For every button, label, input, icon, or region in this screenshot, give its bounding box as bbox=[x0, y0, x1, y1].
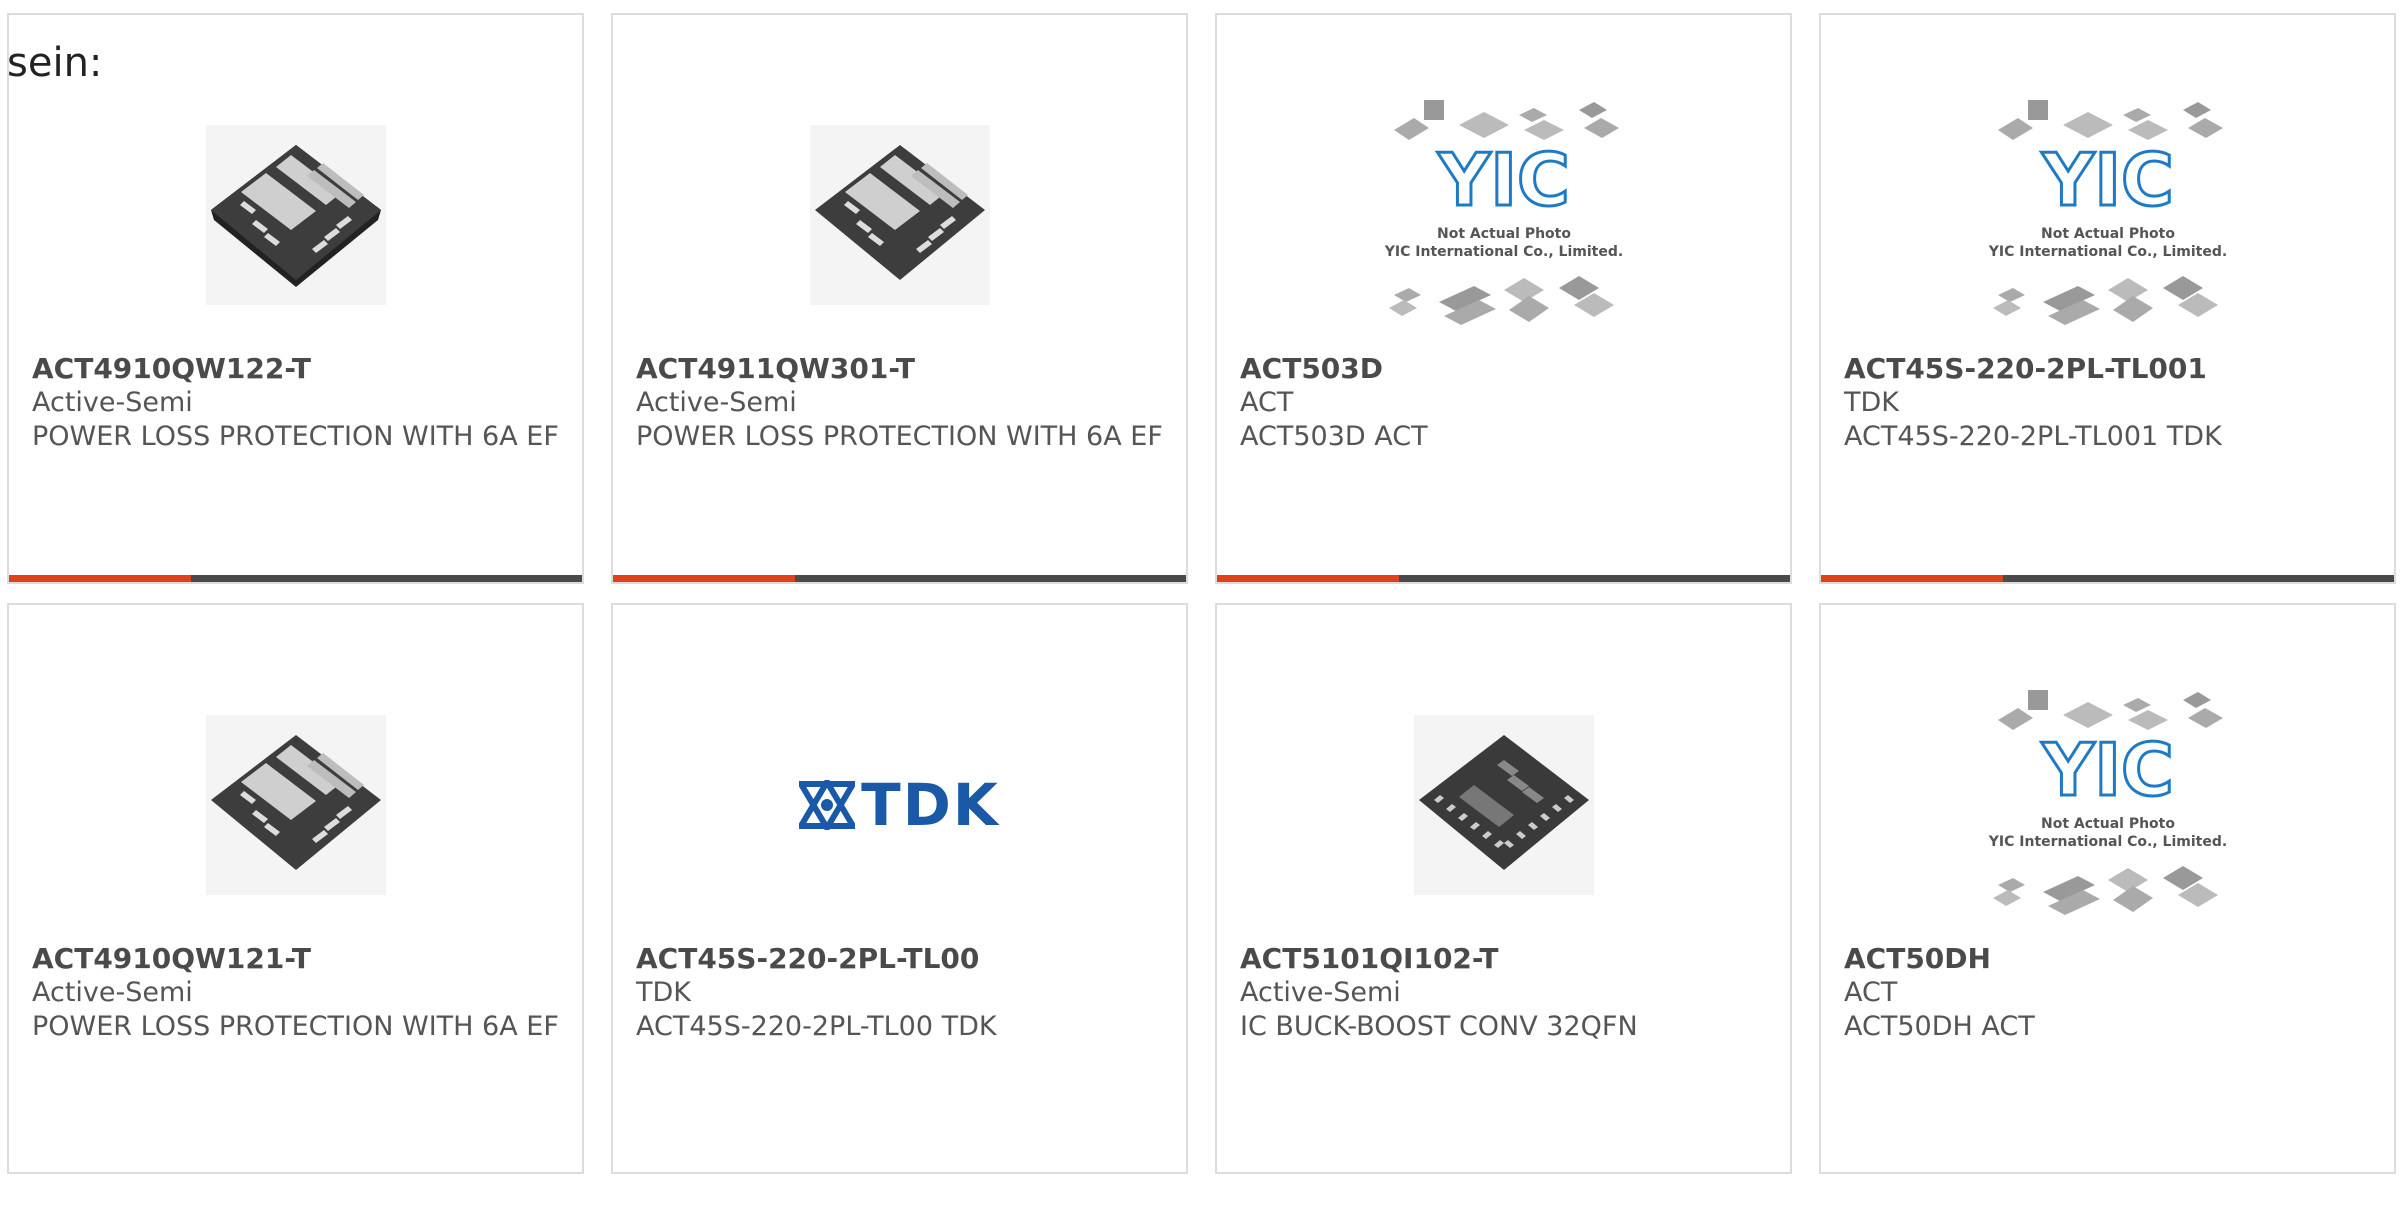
yic-logo: YIC bbox=[2041, 728, 2174, 812]
yic-placeholder-icon: YIC Not Actual Photo YIC International C… bbox=[1987, 690, 2227, 915]
product-card[interactable]: ACT5101QI102-T Active-Semi IC BUCK-BOOST… bbox=[1215, 603, 1792, 1174]
description: ACT45S-220-2PL-TL00 TDK bbox=[636, 1011, 997, 1042]
manufacturer: ACT bbox=[1240, 387, 1294, 418]
yic-logo: YIC bbox=[2041, 138, 2174, 222]
description: IC BUCK-BOOST CONV 32QFN bbox=[1240, 1011, 1638, 1042]
product-info: ACT45S-220-2PL-TL001 TDK ACT45S-220-2PL-… bbox=[1844, 352, 2374, 454]
description: ACT503D ACT bbox=[1240, 421, 1428, 452]
product-card[interactable]: ACT4911QW301-T Active-Semi POWER LOSS PR… bbox=[611, 13, 1188, 584]
image-caption: Not Actual Photo bbox=[2041, 226, 2175, 242]
product-info: ACT503D ACT ACT503D ACT bbox=[1240, 352, 1770, 454]
part-number-link[interactable]: ACT45S-220-2PL-TL00 bbox=[636, 942, 1166, 976]
product-info: ACT4910QW121-T Active-Semi POWER LOSS PR… bbox=[32, 942, 562, 1044]
part-number-link[interactable]: ACT503D bbox=[1240, 352, 1770, 386]
image-caption: YIC International Co., Limited. bbox=[1987, 244, 2226, 260]
manufacturer: Active-Semi bbox=[1240, 977, 1401, 1008]
product-image[interactable] bbox=[9, 660, 582, 950]
image-caption: Not Actual Photo bbox=[2041, 816, 2175, 832]
card-bar-accent bbox=[1217, 575, 1399, 582]
product-info: ACT45S-220-2PL-TL00 TDK ACT45S-220-2PL-T… bbox=[636, 942, 1166, 1044]
card-bar bbox=[9, 575, 582, 582]
description: POWER LOSS PROTECTION WITH 6A EF bbox=[32, 421, 559, 452]
part-number-link[interactable]: ACT5101QI102-T bbox=[1240, 942, 1770, 976]
description: POWER LOSS PROTECTION WITH 6A EF bbox=[636, 421, 1163, 452]
product-image[interactable]: YIC Not Actual Photo YIC International C… bbox=[1821, 660, 2394, 950]
description: ACT50DH ACT bbox=[1844, 1011, 2035, 1042]
card-bar bbox=[1821, 575, 2394, 582]
product-image[interactable] bbox=[9, 70, 582, 360]
qfn-chip-icon bbox=[809, 125, 990, 305]
qfn-32-chip-icon bbox=[1413, 715, 1594, 895]
card-bar-accent bbox=[613, 575, 795, 582]
manufacturer: ACT bbox=[1844, 977, 1898, 1008]
product-info: ACT50DH ACT ACT50DH ACT bbox=[1844, 942, 2374, 1044]
qfn-chip-icon bbox=[205, 715, 386, 895]
image-caption: YIC International Co., Limited. bbox=[1383, 244, 1622, 260]
image-caption: YIC International Co., Limited. bbox=[1987, 834, 2226, 850]
product-image[interactable] bbox=[1217, 660, 1790, 950]
card-bar-accent bbox=[1821, 575, 2003, 582]
product-info: ACT4910QW122-T Active-Semi POWER LOSS PR… bbox=[32, 352, 562, 454]
product-image[interactable]: YIC Not Actual Photo YIC International C… bbox=[1821, 70, 2394, 360]
product-image[interactable]: YIC Not Actual Photo YIC International C… bbox=[1217, 70, 1790, 360]
qfn-chip-icon bbox=[205, 125, 386, 305]
card-bar bbox=[613, 575, 1186, 582]
product-card[interactable]: YIC Not Actual Photo YIC International C… bbox=[1819, 603, 2396, 1174]
part-number-link[interactable]: ACT45S-220-2PL-TL001 bbox=[1844, 352, 2374, 386]
product-image[interactable] bbox=[613, 70, 1186, 360]
card-bar-accent bbox=[9, 575, 191, 582]
product-card[interactable]: ACT4910QW122-T Active-Semi POWER LOSS PR… bbox=[7, 13, 584, 584]
product-card[interactable]: TDK ACT45S-220-2PL-TL00 TDK ACT45S-220-2… bbox=[611, 603, 1188, 1174]
part-number-link[interactable]: ACT4911QW301-T bbox=[636, 352, 1166, 386]
part-number-link[interactable]: ACT50DH bbox=[1844, 942, 2374, 976]
product-card[interactable]: ACT4910QW121-T Active-Semi POWER LOSS PR… bbox=[7, 603, 584, 1174]
yic-placeholder-icon: YIC Not Actual Photo YIC International C… bbox=[1987, 100, 2227, 325]
product-info: ACT4911QW301-T Active-Semi POWER LOSS PR… bbox=[636, 352, 1166, 454]
manufacturer: Active-Semi bbox=[32, 977, 193, 1008]
description: ACT45S-220-2PL-TL001 TDK bbox=[1844, 421, 2222, 452]
product-info: ACT5101QI102-T Active-Semi IC BUCK-BOOST… bbox=[1240, 942, 1770, 1044]
yic-logo: YIC bbox=[1437, 138, 1570, 222]
manufacturer: Active-Semi bbox=[636, 387, 797, 418]
description: POWER LOSS PROTECTION WITH 6A EF bbox=[32, 1011, 559, 1042]
manufacturer: TDK bbox=[1844, 387, 1899, 418]
part-number-link[interactable]: ACT4910QW122-T bbox=[32, 352, 562, 386]
image-caption: Not Actual Photo bbox=[1437, 226, 1571, 242]
card-bar bbox=[1217, 575, 1790, 582]
tdk-triangle-icon bbox=[799, 780, 856, 830]
page-label: sein: bbox=[7, 40, 103, 86]
manufacturer: Active-Semi bbox=[32, 387, 193, 418]
manufacturer: TDK bbox=[636, 977, 691, 1008]
product-grid: ACT4910QW122-T Active-Semi POWER LOSS PR… bbox=[7, 13, 2400, 1213]
part-number-link[interactable]: ACT4910QW121-T bbox=[32, 942, 562, 976]
product-image[interactable]: TDK bbox=[613, 660, 1186, 950]
product-card[interactable]: YIC Not Actual Photo YIC International C… bbox=[1215, 13, 1792, 584]
yic-placeholder-icon: YIC Not Actual Photo YIC International C… bbox=[1383, 100, 1623, 325]
product-card[interactable]: YIC Not Actual Photo YIC International C… bbox=[1819, 13, 2396, 584]
tdk-logo: TDK bbox=[799, 771, 1000, 839]
tdk-logo-text: TDK bbox=[861, 771, 1000, 839]
